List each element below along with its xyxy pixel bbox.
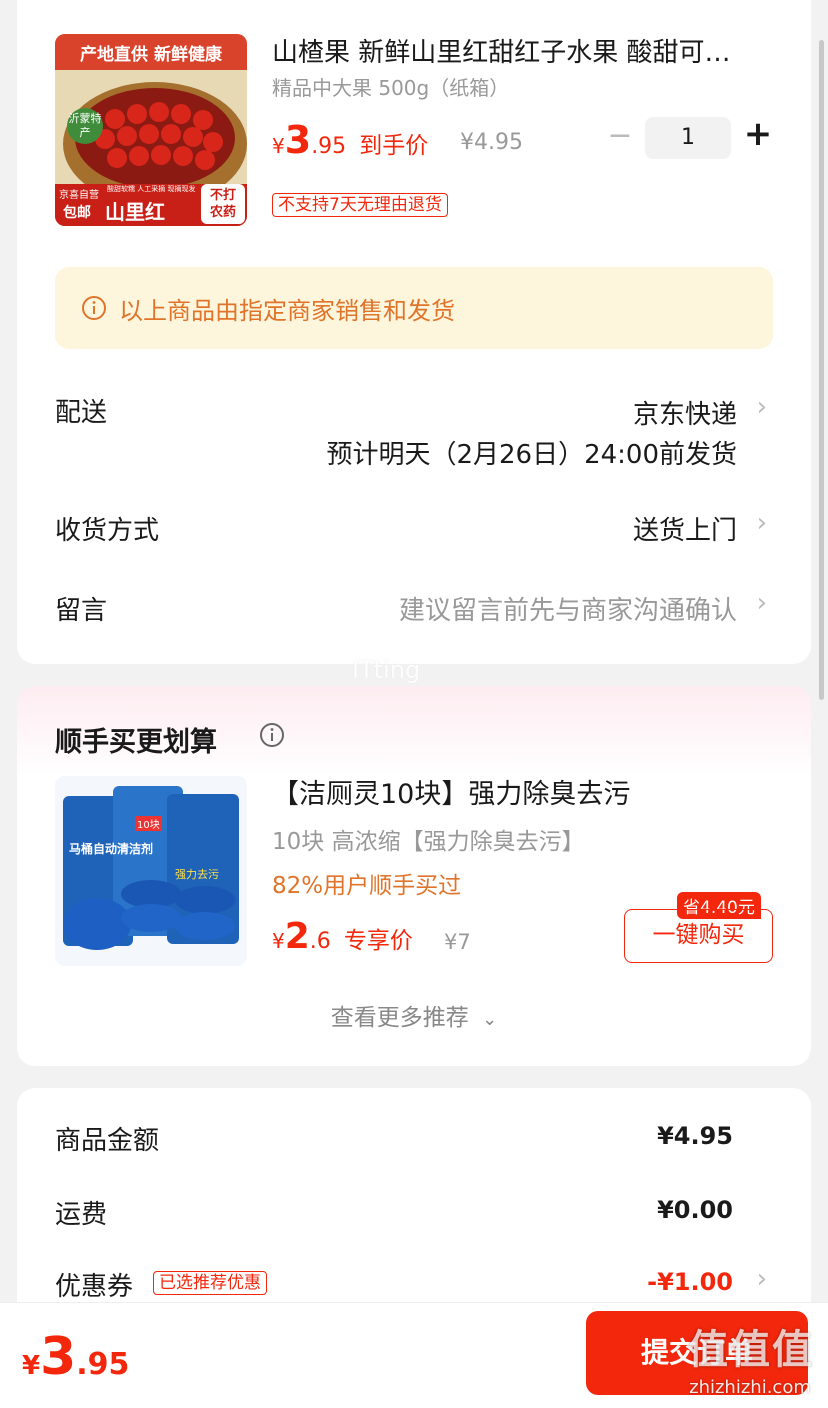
recommend-item-price: ¥2.6 专享价 <box>272 916 413 957</box>
delivery-row[interactable]: 配送 京东快递 预计明天（2月26日）24:00前发货 › <box>17 380 811 476</box>
info-icon[interactable] <box>259 722 285 748</box>
product-image-small-text: 酸甜软糯 人工采摘 现摘现发 <box>107 185 196 193</box>
info-icon <box>82 296 106 320</box>
bottom-bar: ¥3.95 提交订单 值值值 zhizhizhi.com <box>0 1302 828 1408</box>
price-int: 2 <box>284 916 310 957</box>
watermark-brand: 值值值 <box>688 1327 814 1373</box>
order-card: 产地直供 新鲜健康 酸甜软糯 人工采摘 现摘现发 沂蒙特产 京喜自营 包邮 山里… <box>17 0 811 664</box>
recommend-item-original-price: ¥7 <box>444 930 471 954</box>
seller-notice-text: 以上商品由指定商家销售和发货 <box>119 297 455 325</box>
receive-value: 送货上门 <box>632 516 737 546</box>
receive-method-row[interactable]: 收货方式 送货上门 › <box>17 500 811 550</box>
watermark-site: zhizhizhi.com <box>689 1377 811 1398</box>
product-image-free-ship: 包邮 <box>63 205 91 221</box>
qty-plus-button[interactable]: + <box>741 114 775 158</box>
coupon-label: 优惠券 <box>55 1272 134 1302</box>
message-placeholder: 建议留言前先与商家沟通确认 <box>398 596 737 626</box>
recommend-card: 顺手买更划算 马桶自动清洁剂 强力去污 10块 【洁厕灵10块】强力除臭去污 1… <box>17 686 811 1066</box>
product-price: ¥3.95 到手价 <box>272 118 428 162</box>
goods-amount-label: 商品金额 <box>55 1126 160 1156</box>
price-symbol: ¥ <box>22 1351 41 1381</box>
price-dec: .6 <box>309 929 331 954</box>
product-original-price: ¥4.95 <box>460 130 523 155</box>
summary-row-shipping: 运费 ¥0.00 <box>17 1194 811 1234</box>
price-label: 专享价 <box>343 928 413 954</box>
product-image-origin: 沂蒙特产 <box>68 112 102 139</box>
chevron-down-icon: ⌄ <box>482 1009 498 1030</box>
chevron-right-icon: › <box>756 1264 767 1294</box>
recommend-title-text: 顺手买更划算 <box>55 727 217 758</box>
recommend-item-image[interactable]: 马桶自动清洁剂 强力去污 10块 <box>55 776 247 966</box>
recommend-title: 顺手买更划算 <box>55 720 217 759</box>
message-row[interactable]: 留言 建议留言前先与商家沟通确认 › <box>17 580 811 630</box>
scrollbar[interactable] <box>819 40 824 700</box>
price-label: 到手价 <box>359 133 429 159</box>
price-symbol: ¥ <box>272 929 285 953</box>
price-dec: .95 <box>76 1347 130 1382</box>
see-more-recommend[interactable]: 查看更多推荐 ⌄ <box>17 998 811 1032</box>
recommend-item-bought: 82%用户顺手买过 <box>272 873 462 899</box>
coupon-value: -¥1.00 <box>647 1268 733 1296</box>
shipping-value: ¥0.00 <box>657 1196 733 1224</box>
coupon-tag: 已选推荐优惠 <box>153 1271 267 1295</box>
qty-minus-button[interactable]: − <box>603 118 637 158</box>
recommend-item-title[interactable]: 【洁厕灵10块】强力除臭去污 <box>272 772 630 811</box>
delivery-carrier: 京东快递 <box>632 400 737 430</box>
cleaner-image-pack-text: 马桶自动清洁剂 <box>69 842 154 856</box>
product-image[interactable]: 产地直供 新鲜健康 酸甜软糯 人工采摘 现摘现发 沂蒙特产 京喜自营 包邮 山里… <box>55 34 247 226</box>
product-spec[interactable]: 精品中大果 500g（纸箱） <box>272 72 509 101</box>
no-return-tag: 不支持7天无理由退货 <box>272 193 448 217</box>
summary-row-goods: 商品金额 ¥4.95 <box>17 1120 811 1160</box>
product-image-brand: 京喜自营 <box>59 190 99 201</box>
seller-notice: 以上商品由指定商家销售和发货 <box>55 267 773 349</box>
one-click-buy-button[interactable]: 一键购买 <box>624 909 773 963</box>
recommend-item-spec: 10块 高浓缩【强力除臭去污】 <box>272 829 585 855</box>
total-price: ¥3.95 <box>22 1327 129 1387</box>
product-image-name: 山里红 <box>105 200 165 224</box>
price-symbol: ¥ <box>272 134 285 158</box>
summary-row-coupon[interactable]: 优惠券 已选推荐优惠 -¥1.00 › <box>17 1264 811 1306</box>
qty-input[interactable]: 1 <box>645 117 731 159</box>
receive-label: 收货方式 <box>55 516 160 546</box>
price-dec: .95 <box>311 134 347 159</box>
product-image-no-pesticide: 不打农药 <box>209 188 236 220</box>
price-int: 3 <box>40 1327 77 1387</box>
product-image-banner: 产地直供 新鲜健康 <box>80 45 222 65</box>
watermark-mid: ITting <box>352 656 421 684</box>
chevron-right-icon: › <box>756 588 767 618</box>
watermark-logo: 值值值 <box>676 1317 826 1375</box>
message-label: 留言 <box>55 596 108 626</box>
cleaner-image-count: 10块 <box>135 816 162 831</box>
shipping-label: 运费 <box>55 1200 108 1230</box>
goods-amount-value: ¥4.95 <box>657 1122 733 1150</box>
delivery-eta: 预计明天（2月26日）24:00前发货 <box>326 440 737 470</box>
delivery-label: 配送 <box>55 398 108 428</box>
price-int: 3 <box>284 118 312 162</box>
cleaner-image-pack2-text: 强力去污 <box>175 868 219 881</box>
see-more-text: 查看更多推荐 <box>330 1005 469 1031</box>
chevron-right-icon: › <box>756 392 767 422</box>
chevron-right-icon: › <box>756 508 767 538</box>
product-title[interactable]: 山楂果 新鲜山里红甜红子水果 酸甜可… <box>272 32 777 69</box>
